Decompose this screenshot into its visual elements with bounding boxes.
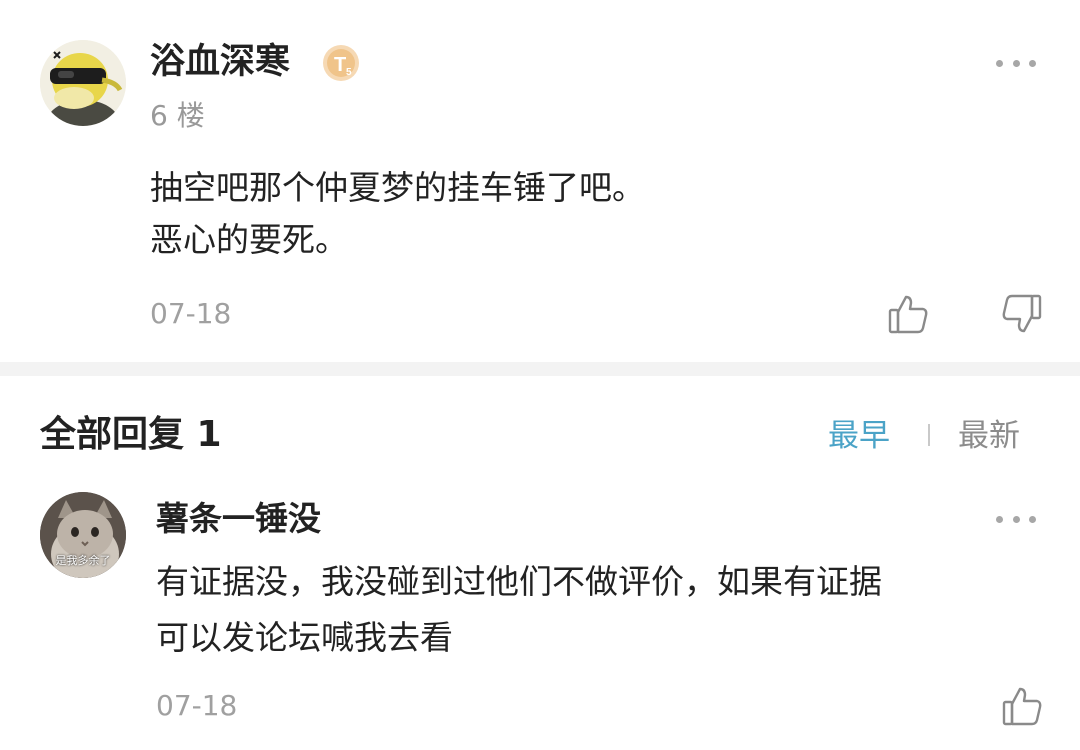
- sort-newest-tab[interactable]: 最新: [958, 414, 1020, 458]
- avatar-caption: 是我多余了: [55, 554, 111, 567]
- reply-line: 有证据没，我没碰到过他们不做评价，如果有证据: [156, 562, 882, 601]
- post-line: 恶心的要死。: [150, 220, 348, 259]
- more-options-icon[interactable]: [996, 56, 1036, 70]
- section-divider: [0, 362, 1080, 376]
- avatar[interactable]: [40, 40, 126, 126]
- reply-date: 07-18: [156, 689, 238, 722]
- username[interactable]: 浴血深寒: [150, 38, 290, 86]
- post-line: 抽空吧那个仲夏梦的挂车锤了吧。: [150, 168, 645, 207]
- thumbs-up-icon[interactable]: [886, 292, 930, 336]
- more-options-icon[interactable]: [996, 512, 1036, 526]
- reply-line: 可以发论坛喊我去看: [156, 618, 453, 657]
- reply-content: 有证据没，我没碰到过他们不做评价，如果有证据 可以发论坛喊我去看: [156, 554, 1056, 666]
- reply-username[interactable]: 薯条一锤没: [156, 496, 321, 542]
- svg-text:T: T: [334, 54, 346, 76]
- sort-earliest-tab[interactable]: 最早: [828, 414, 890, 458]
- post-content: 抽空吧那个仲夏梦的挂车锤了吧。 恶心的要死。: [150, 162, 1030, 266]
- replies-title: 全部回复 1: [40, 414, 222, 455]
- thumbs-up-icon[interactable]: [1000, 684, 1044, 728]
- floor-number: 6 楼: [150, 99, 205, 132]
- svg-text:5: 5: [346, 67, 352, 78]
- duck-avatar-icon: [40, 40, 126, 126]
- thumbs-down-icon[interactable]: [1000, 292, 1044, 336]
- sort-separator: [928, 424, 930, 446]
- level-badge-icon: T 5: [322, 44, 360, 82]
- avatar[interactable]: 是我多余了: [40, 492, 126, 578]
- post-date: 07-18: [150, 297, 232, 330]
